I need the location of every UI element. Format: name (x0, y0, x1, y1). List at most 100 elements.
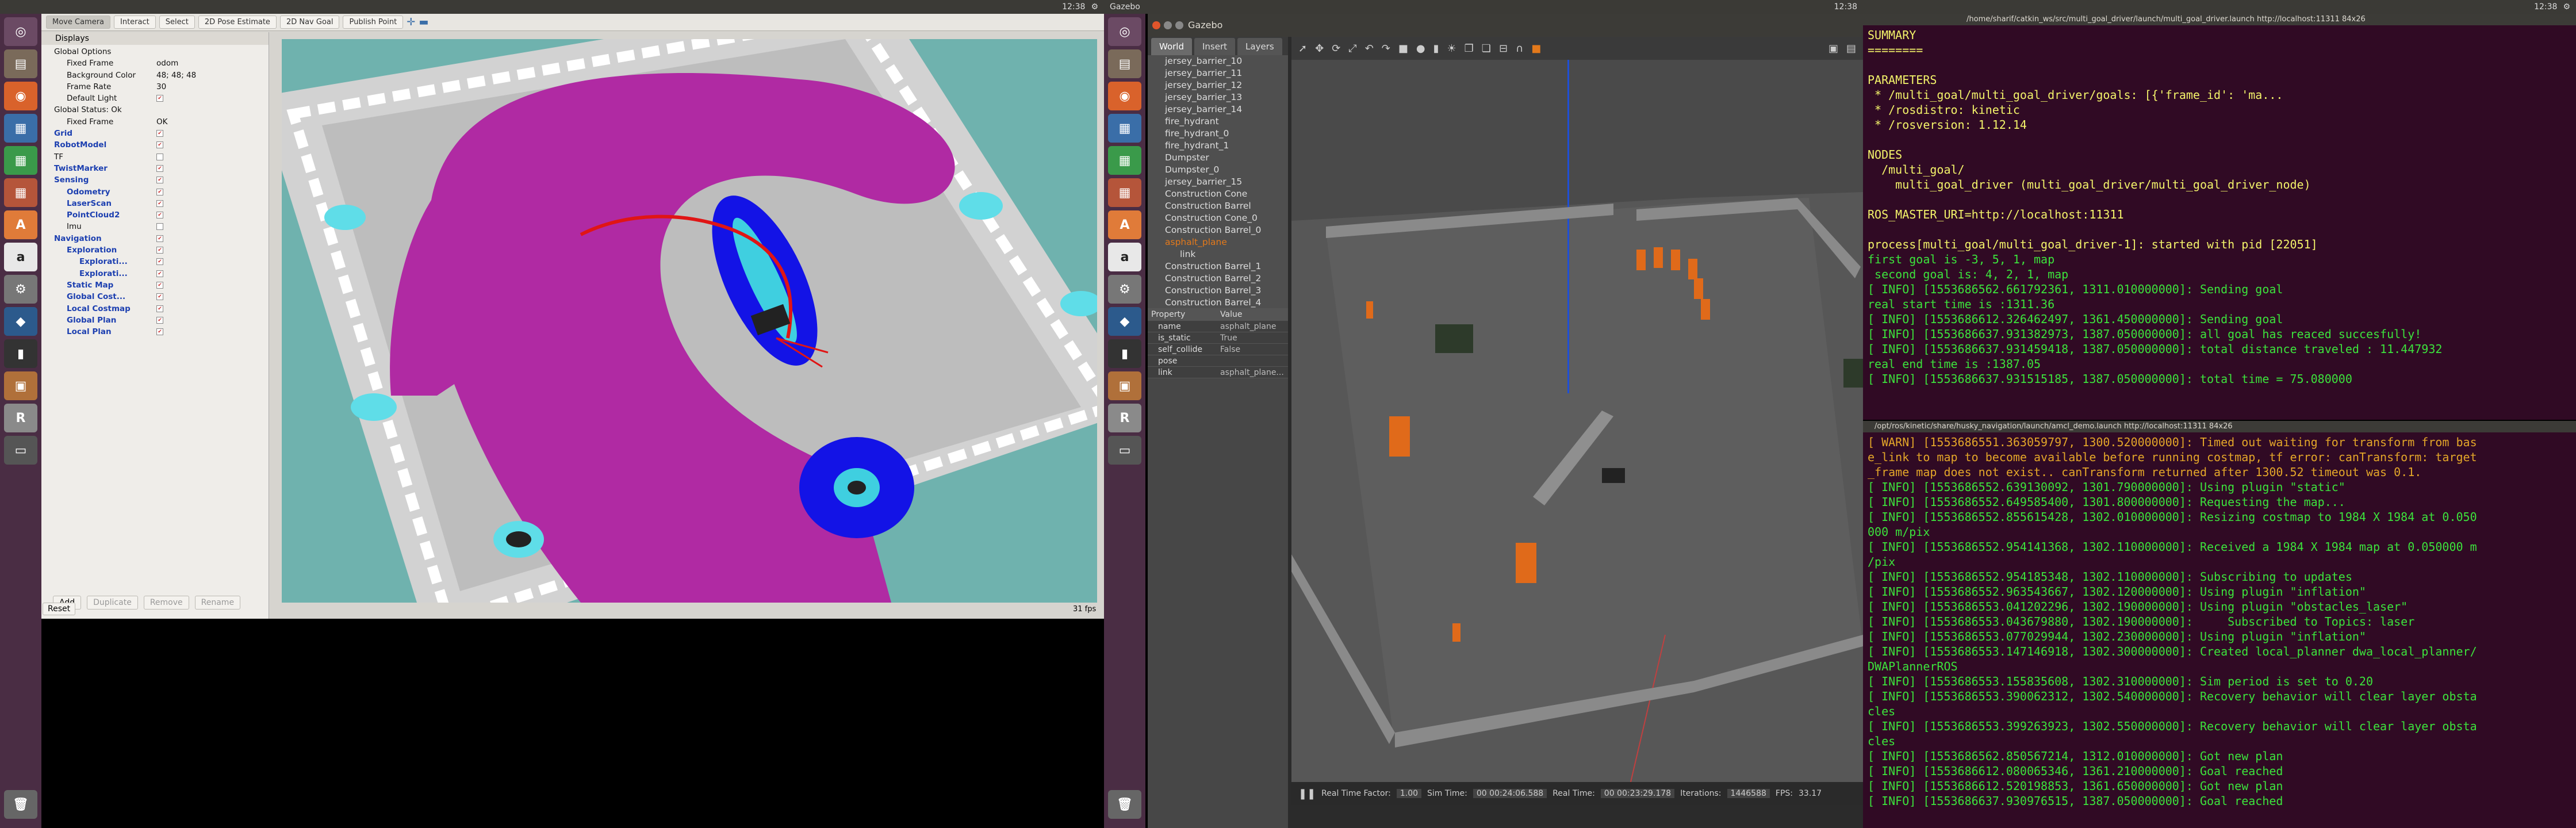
model-list-item[interactable]: jersey_barrier_12 (1148, 79, 1288, 91)
calc-icon[interactable]: ▦ (1108, 146, 1141, 175)
display-enabled-checkbox[interactable] (156, 223, 163, 231)
display-enabled-checkbox[interactable]: ✔ (156, 95, 163, 102)
model-list-item[interactable]: fire_hydrant (1148, 116, 1288, 128)
sphere-icon[interactable]: ● (1416, 43, 1425, 55)
property-row[interactable]: name asphalt_plane (1148, 321, 1288, 332)
rviz-icon[interactable]: R (1108, 404, 1141, 432)
display-tree-row[interactable]: Static Map ✔ (41, 279, 269, 291)
display-enabled-checkbox[interactable]: ✔ (156, 258, 163, 266)
display-enabled-checkbox[interactable]: ✔ (156, 305, 163, 312)
calc-icon[interactable]: ▦ (4, 146, 37, 175)
workspace-icon[interactable]: ▭ (4, 436, 37, 465)
display-tree-row[interactable]: Fixed Frame odom (41, 57, 269, 69)
chart-icon[interactable]: ▤ (1846, 43, 1856, 55)
tool-2d-nav-goal[interactable]: 2D Nav Goal (279, 16, 340, 29)
model-list-item[interactable]: Construction Barrel (1148, 200, 1288, 212)
display-tree-value[interactable]: OK (156, 116, 167, 128)
display-tree-row[interactable]: Navigation ✔ (41, 233, 269, 244)
property-row[interactable]: pose (1148, 355, 1288, 367)
tab-layers[interactable]: Layers (1237, 38, 1282, 55)
tab-insert[interactable]: Insert (1194, 38, 1236, 55)
rotate-tool-icon[interactable]: ⟳ (1332, 43, 1340, 55)
display-enabled-checkbox[interactable]: ✔ (156, 235, 163, 242)
model-list-item[interactable]: Dumpster_0 (1148, 164, 1288, 176)
vscode-icon[interactable]: ◆ (4, 307, 37, 336)
display-tree-row[interactable]: RobotModel ✔ (41, 139, 269, 151)
display-tree-row[interactable]: Explorati... ✔ (41, 268, 269, 279)
display-tree-row[interactable]: Frame Rate 30 (41, 81, 269, 93)
arrow-tool-icon[interactable]: ➚ (1298, 43, 1307, 55)
terminal-window-1[interactable]: /home/sharif/catkin_ws/src/multi_goal_dr… (1863, 14, 2576, 420)
display-enabled-checkbox[interactable]: ✔ (156, 164, 163, 172)
remove-tool-icon[interactable]: ▬ (419, 16, 428, 28)
display-tree-row[interactable]: Grid ✔ (41, 128, 269, 139)
dash-icon[interactable]: ◎ (1108, 17, 1141, 46)
display-tree-row[interactable]: Sensing ✔ (41, 174, 269, 186)
tool-2d-pose-estimate[interactable]: 2D Pose Estimate (198, 16, 277, 29)
property-row[interactable]: link asphalt_plane... (1148, 367, 1288, 378)
screenshot-icon[interactable]: ▣ (1828, 43, 1838, 55)
close-icon[interactable] (1152, 21, 1160, 29)
display-tree-value[interactable]: 48; 48; 48 (156, 70, 196, 81)
trash-icon[interactable]: 🗑 (4, 790, 37, 819)
display-tree-row[interactable]: Fixed Frame OK (41, 116, 269, 128)
model-list-item[interactable]: jersey_barrier_15 (1148, 176, 1288, 188)
display-tree-row[interactable]: Local Plan ✔ (41, 326, 269, 338)
display-tree-row[interactable]: Local Costmap ✔ (41, 303, 269, 315)
model-list-child[interactable]: link (1148, 248, 1288, 260)
box-icon[interactable]: ■ (1398, 43, 1408, 55)
display-tree-row[interactable]: LaserScan ✔ (41, 198, 269, 209)
tool-publish-point[interactable]: Publish Point (343, 16, 404, 29)
translate-tool-icon[interactable]: ✥ (1315, 43, 1324, 55)
scale-tool-icon[interactable]: ⤢ (1348, 43, 1356, 55)
model-list-item[interactable]: jersey_barrier_11 (1148, 67, 1288, 79)
dash-icon[interactable]: ◎ (4, 17, 37, 46)
impress-icon[interactable]: ▦ (1108, 178, 1141, 207)
writer-icon[interactable]: ▦ (4, 114, 37, 143)
display-enabled-checkbox[interactable]: ✔ (156, 328, 163, 336)
property-row[interactable]: is_static True (1148, 332, 1288, 344)
display-enabled-checkbox[interactable]: ✔ (156, 200, 163, 207)
display-enabled-checkbox[interactable]: ✔ (156, 316, 163, 324)
tool-interact[interactable]: Interact (114, 16, 156, 29)
terminal-window-2[interactable]: /opt/ros/kinetic/share/husky_navigation/… (1863, 421, 2576, 828)
display-enabled-checkbox[interactable]: ✔ (156, 281, 163, 289)
display-tree-value[interactable]: odom (156, 57, 178, 69)
amazon-icon[interactable]: a (1108, 243, 1141, 271)
copy-icon[interactable]: ❐ (1465, 43, 1474, 55)
tool-select[interactable]: Select (159, 16, 195, 29)
minimize-icon[interactable] (1164, 21, 1172, 29)
model-list[interactable]: jersey_barrier_10 jersey_barrier_11 jersey… (1148, 55, 1288, 308)
display-tree-row[interactable]: Global Cost... ✔ (41, 291, 269, 302)
model-list-item[interactable]: Construction Cone_0 (1148, 212, 1288, 224)
display-tree-row[interactable]: Background Color 48; 48; 48 (41, 70, 269, 81)
rename-display-button[interactable]: Rename (194, 596, 241, 610)
gear-icon[interactable]: ⚙ (1091, 0, 1098, 14)
firefox-icon[interactable]: ◉ (1108, 82, 1141, 110)
model-list-item[interactable]: Construction Cone (1148, 188, 1288, 200)
joint-icon[interactable]: ■ (1531, 43, 1541, 55)
display-tree-row[interactable]: Global Status: Ok (41, 104, 269, 116)
tab-world[interactable]: World (1151, 38, 1192, 55)
display-tree-value[interactable]: 30 (156, 81, 166, 93)
model-list-item[interactable]: Construction Barrel_0 (1148, 224, 1288, 236)
model-list-item[interactable]: jersey_barrier_14 (1148, 103, 1288, 116)
model-list-item[interactable]: Dumpster (1148, 152, 1288, 164)
maximize-icon[interactable] (1175, 21, 1183, 29)
gazebo-icon[interactable]: ▣ (4, 371, 37, 400)
model-list-item[interactable]: Construction Barrel_2 (1148, 273, 1288, 285)
display-enabled-checkbox[interactable]: ✔ (156, 188, 163, 195)
settings-icon[interactable]: ⚙ (4, 275, 37, 304)
display-tree-row[interactable]: Explorati... ✔ (41, 256, 269, 267)
terminal-2-output[interactable]: [ WARN] [1553686551.363059797, 1300.5200… (1863, 432, 2576, 811)
align-icon[interactable]: ⊟ (1499, 43, 1508, 55)
cylinder-icon[interactable]: ▮ (1433, 43, 1439, 55)
system-tray-right[interactable]: 12:38 ⚙ (2534, 0, 2570, 14)
display-enabled-checkbox[interactable]: ✔ (156, 177, 163, 184)
model-list-item[interactable]: Construction Barrel_4 (1148, 297, 1288, 308)
duplicate-display-button[interactable]: Duplicate (87, 596, 138, 610)
snap-icon[interactable]: ∩ (1516, 43, 1523, 55)
files-icon[interactable]: ▤ (4, 49, 37, 78)
gazebo-3d-view[interactable] (1291, 60, 1863, 782)
rviz-icon[interactable]: R (4, 404, 37, 432)
